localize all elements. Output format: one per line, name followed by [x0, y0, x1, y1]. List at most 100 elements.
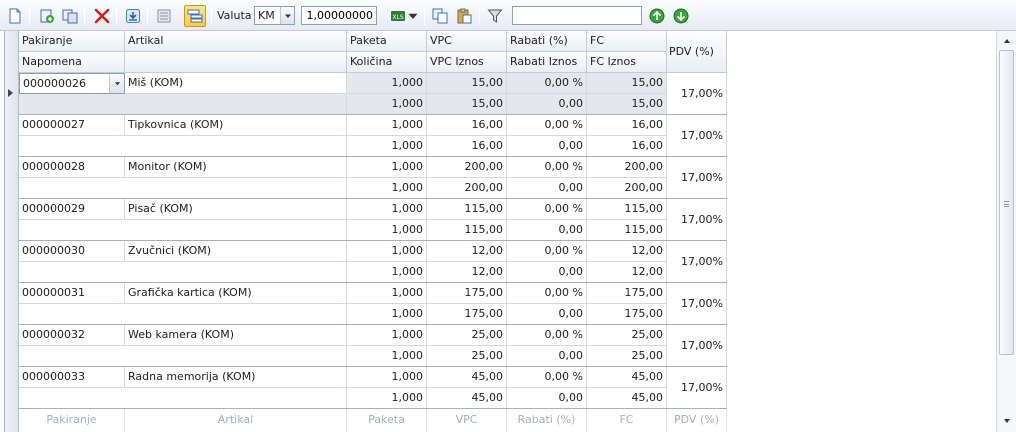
cell-rabat-iznos[interactable]: 0,00 — [507, 136, 587, 157]
search-input[interactable] — [512, 6, 642, 25]
download-icon[interactable] — [123, 6, 143, 26]
cell-code[interactable]: 000000027 — [19, 115, 125, 136]
cell-fc-iznos[interactable]: 45,00 — [587, 388, 667, 409]
cell-pdv[interactable]: 17,00% — [667, 283, 727, 325]
chevron-down-icon[interactable] — [407, 6, 419, 26]
delete-icon[interactable] — [92, 6, 112, 26]
cell-vpc-iznos[interactable]: 115,00 — [427, 220, 507, 241]
cell-code[interactable]: 000000032 — [19, 325, 125, 346]
cell-kolicina[interactable]: 1,000 — [347, 94, 427, 115]
cell-fc-iznos[interactable]: 15,00 — [587, 94, 667, 115]
paste-icon[interactable] — [454, 6, 474, 26]
cell-vpc[interactable]: 45,00 — [427, 367, 507, 388]
filter-icon[interactable] — [485, 6, 505, 26]
cell-vpc-iznos[interactable]: 200,00 — [427, 178, 507, 199]
column-header-paketa[interactable]: Paketa — [347, 31, 427, 52]
cell-rabat-pct[interactable]: 0,00 % — [507, 157, 587, 178]
copy-items-icon[interactable] — [60, 6, 80, 26]
new-document-icon[interactable] — [5, 6, 25, 26]
column-header-fc-iznos[interactable]: FC Iznos — [587, 52, 667, 73]
excel-export-icon[interactable]: XLS — [388, 6, 408, 26]
cell-fc[interactable]: 16,00 — [587, 115, 667, 136]
column-header-vpc-iznos[interactable]: VPC Iznos — [427, 52, 507, 73]
cell-pdv[interactable]: 17,00% — [667, 241, 727, 283]
cell-code[interactable]: 000000031 — [19, 283, 125, 304]
column-header-fc[interactable]: FC — [587, 31, 667, 52]
cell-rabat-pct[interactable]: 0,00 % — [507, 73, 587, 94]
cell-napomena[interactable] — [19, 136, 347, 157]
cell-article[interactable]: Miš (KOM) — [125, 73, 347, 94]
cell-vpc-iznos[interactable]: 25,00 — [427, 346, 507, 367]
cell-kolicina[interactable]: 1,000 — [347, 388, 427, 409]
column-header-kolicina[interactable]: Količina — [347, 52, 427, 73]
chevron-down-icon[interactable] — [109, 74, 124, 93]
cell-vpc[interactable]: 25,00 — [427, 325, 507, 346]
cell-article[interactable]: Monitor (KOM) — [125, 157, 347, 178]
cell-paketa[interactable]: 1,000 — [347, 73, 427, 94]
cell-kolicina[interactable]: 1,000 — [347, 346, 427, 367]
cell-fc-iznos[interactable]: 115,00 — [587, 220, 667, 241]
cell-article[interactable]: Radna memorija (KOM) — [125, 367, 347, 388]
cell-fc[interactable]: 175,00 — [587, 283, 667, 304]
cell-rabat-pct[interactable]: 0,00 % — [507, 115, 587, 136]
cell-napomena[interactable] — [19, 346, 347, 367]
cell-code[interactable]: 000000028 — [19, 157, 125, 178]
cell-rabat-pct[interactable]: 0,00 % — [507, 325, 587, 346]
cell-kolicina[interactable]: 1,000 — [347, 262, 427, 283]
cell-kolicina[interactable]: 1,000 — [347, 136, 427, 157]
cell-rabat-iznos[interactable]: 0,00 — [507, 262, 587, 283]
cell-code[interactable]: 000000026 — [19, 73, 125, 94]
copy-icon[interactable] — [430, 6, 450, 26]
cell-code[interactable]: 000000029 — [19, 199, 125, 220]
cell-vpc[interactable]: 15,00 — [427, 73, 507, 94]
cell-article[interactable]: Tipkovnica (KOM) — [125, 115, 347, 136]
column-header-rabati[interactable]: Rabati (%) — [507, 31, 587, 52]
cell-fc[interactable]: 115,00 — [587, 199, 667, 220]
group-rows-toggle-icon[interactable] — [184, 5, 206, 27]
vertical-scrollbar[interactable] — [996, 31, 1016, 432]
cell-napomena[interactable] — [19, 304, 347, 325]
chevron-down-icon[interactable] — [280, 7, 294, 24]
cell-vpc[interactable]: 115,00 — [427, 199, 507, 220]
cell-vpc-iznos[interactable]: 12,00 — [427, 262, 507, 283]
cell-pdv[interactable]: 17,00% — [667, 73, 727, 115]
cell-rabat-iznos[interactable]: 0,00 — [507, 388, 587, 409]
cell-paketa[interactable]: 1,000 — [347, 157, 427, 178]
cell-paketa[interactable]: 1,000 — [347, 241, 427, 262]
cell-pdv[interactable]: 17,00% — [667, 199, 727, 241]
column-header-vpc[interactable]: VPC — [427, 31, 507, 52]
items-grid[interactable]: Pakiranje Artikal Paketa VPC Rabati (%) FC Nap… — [4, 31, 1016, 432]
cell-vpc-iznos[interactable]: 45,00 — [427, 388, 507, 409]
cell-vpc[interactable]: 175,00 — [427, 283, 507, 304]
cell-napomena[interactable] — [19, 262, 347, 283]
column-header-artikal-sub[interactable] — [125, 52, 347, 73]
cell-paketa[interactable]: 1,000 — [347, 199, 427, 220]
cell-article[interactable]: Zvučnici (KOM) — [125, 241, 347, 262]
cell-vpc-iznos[interactable]: 16,00 — [427, 136, 507, 157]
cell-fc-iznos[interactable]: 200,00 — [587, 178, 667, 199]
cell-vpc[interactable]: 16,00 — [427, 115, 507, 136]
cell-code[interactable]: 000000033 — [19, 367, 125, 388]
cell-fc[interactable]: 12,00 — [587, 241, 667, 262]
scroll-up-icon[interactable] — [1001, 35, 1013, 47]
cell-rabat-iznos[interactable]: 0,00 — [507, 94, 587, 115]
cell-article[interactable]: Web kamera (KOM) — [125, 325, 347, 346]
cell-vpc-iznos[interactable]: 175,00 — [427, 304, 507, 325]
cell-fc[interactable]: 200,00 — [587, 157, 667, 178]
currency-select[interactable]: KM — [254, 6, 295, 25]
add-item-icon[interactable] — [37, 6, 57, 26]
cell-napomena[interactable] — [19, 178, 347, 199]
cell-paketa[interactable]: 1,000 — [347, 115, 427, 136]
cell-fc[interactable]: 15,00 — [587, 73, 667, 94]
cell-kolicina[interactable]: 1,000 — [347, 178, 427, 199]
cell-vpc[interactable]: 200,00 — [427, 157, 507, 178]
cell-rabat-iznos[interactable]: 0,00 — [507, 220, 587, 241]
cell-napomena[interactable] — [19, 220, 347, 241]
cell-paketa[interactable]: 1,000 — [347, 325, 427, 346]
cell-fc-iznos[interactable]: 25,00 — [587, 346, 667, 367]
cell-code[interactable]: 000000030 — [19, 241, 125, 262]
cell-article[interactable]: Grafička kartica (KOM) — [125, 283, 347, 304]
cell-pdv[interactable]: 17,00% — [667, 325, 727, 367]
cell-rabat-iznos[interactable]: 0,00 — [507, 304, 587, 325]
column-header-pakiranje[interactable]: Pakiranje — [19, 31, 125, 52]
